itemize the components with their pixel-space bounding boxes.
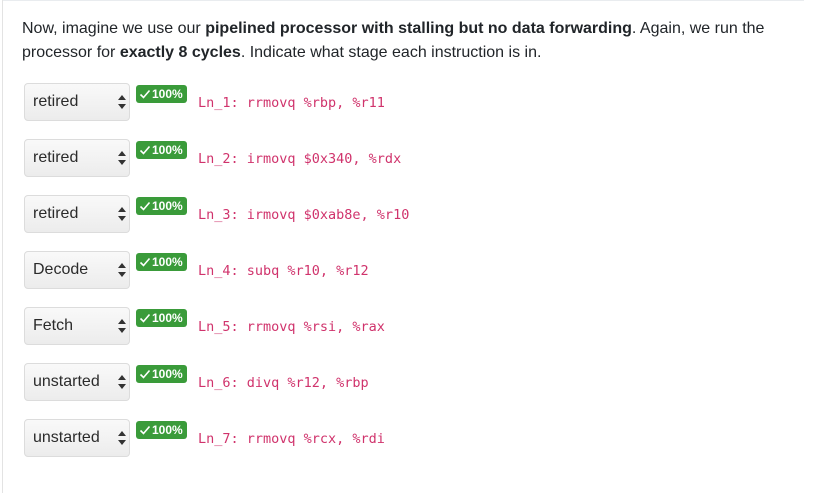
score-badge: 100% (136, 253, 187, 271)
stage-select[interactable]: retired (24, 195, 130, 233)
updown-arrows-icon (118, 263, 126, 277)
instruction-code: Ln_5: rrmovq %rsi, %rax (198, 319, 385, 335)
stage-select-value: Decode (33, 261, 89, 278)
instruction-code: Ln_4: subq %r10, %r12 (198, 263, 369, 279)
prompt-bold-1: pipelined processor with stalling but no… (205, 20, 632, 37)
check-icon (139, 201, 151, 211)
score-badge: 100% (136, 85, 187, 103)
score-value: 100% (152, 87, 183, 101)
score-value: 100% (152, 143, 183, 157)
stage-select-value: retired (33, 205, 79, 222)
question-panel: Now, imagine we use our pipelined proces… (2, 0, 804, 493)
score-value: 100% (152, 255, 183, 269)
stage-select-value: retired (33, 93, 79, 110)
score-value: 100% (152, 367, 183, 381)
score-value: 100% (152, 311, 183, 325)
updown-arrows-icon (118, 431, 126, 445)
check-icon (139, 89, 151, 99)
instruction-code: Ln_3: irmovq $0xab8e, %r10 (198, 207, 410, 223)
check-icon (139, 425, 151, 435)
check-icon (139, 313, 151, 323)
stage-select-value: unstarted (33, 429, 100, 446)
check-icon (139, 145, 151, 155)
stage-select-value: unstarted (33, 373, 100, 390)
stage-select[interactable]: Decode (24, 251, 130, 289)
instruction-code: Ln_1: rrmovq %rbp, %r11 (198, 95, 385, 111)
prompt-text-3: . Indicate what stage each instruction i… (240, 44, 542, 61)
score-badge: 100% (136, 141, 187, 159)
updown-arrows-icon (118, 319, 126, 333)
instruction-code: Ln_2: irmovq $0x340, %rdx (198, 151, 402, 167)
score-badge: 100% (136, 421, 187, 439)
stage-select[interactable]: retired (24, 139, 130, 177)
instruction-code: Ln_7: rrmovq %rcx, %rdi (198, 431, 385, 447)
instruction-code: Ln_6: divq %r12, %rbp (198, 375, 369, 391)
stage-select[interactable]: retired (24, 83, 130, 121)
score-badge: 100% (136, 309, 187, 327)
score-badge: 100% (136, 197, 187, 215)
prompt-bold-2: exactly 8 cycles (119, 44, 241, 61)
score-badge: 100% (136, 365, 187, 383)
question-prompt: Now, imagine we use our pipelined proces… (22, 17, 792, 65)
updown-arrows-icon (118, 375, 126, 389)
check-icon (139, 257, 151, 267)
updown-arrows-icon (118, 95, 126, 109)
check-icon (139, 369, 151, 379)
top-divider (3, 0, 804, 1)
score-value: 100% (152, 199, 183, 213)
updown-arrows-icon (118, 151, 126, 165)
stage-select-value: retired (33, 149, 79, 166)
stage-select[interactable]: unstarted (24, 363, 130, 401)
score-value: 100% (152, 423, 183, 437)
stage-select-value: Fetch (33, 317, 74, 334)
stage-select[interactable]: unstarted (24, 419, 130, 457)
updown-arrows-icon (118, 207, 126, 221)
stage-select[interactable]: Fetch (24, 307, 130, 345)
prompt-text-1: Now, imagine we use our (22, 20, 206, 37)
